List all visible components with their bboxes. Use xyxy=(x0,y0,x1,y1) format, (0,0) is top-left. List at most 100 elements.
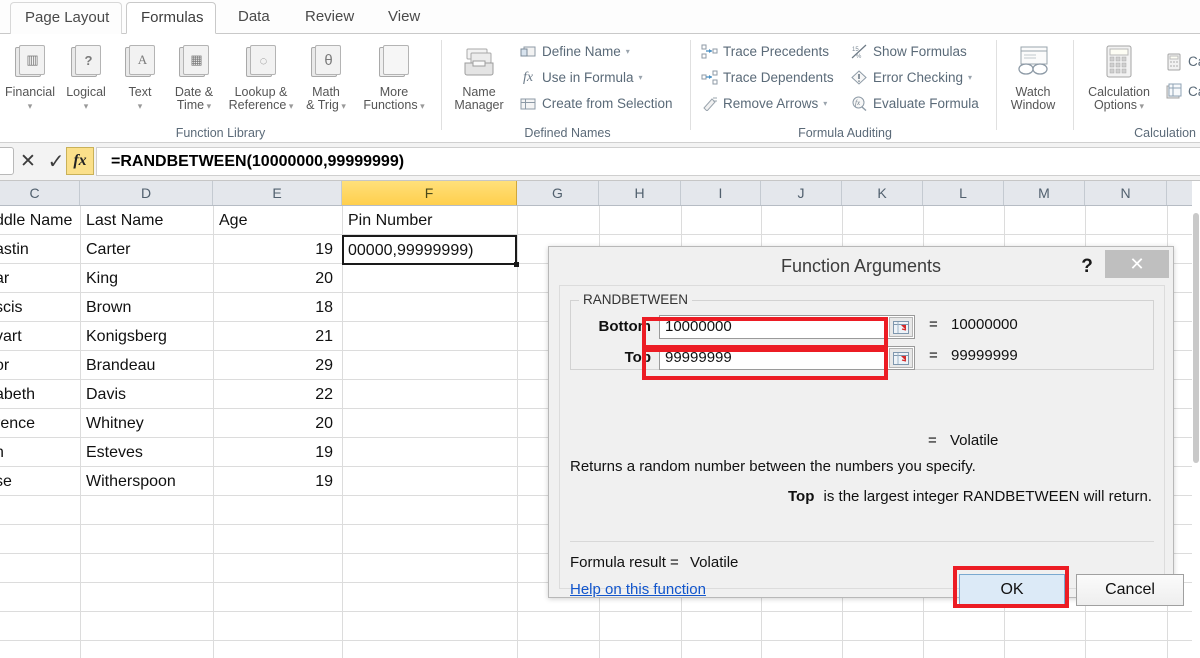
column-header-h[interactable]: H xyxy=(599,181,681,205)
cell-d-6[interactable]: Davis xyxy=(81,380,211,409)
column-header-g[interactable]: G xyxy=(517,181,599,205)
ribbon-tab-strip: Page Layout Formulas Data Review View xyxy=(0,0,1200,34)
create-from-selection-icon xyxy=(519,95,537,113)
cell-e-6[interactable]: 22 xyxy=(214,380,340,409)
cell-d-2[interactable]: King xyxy=(81,264,211,293)
cell-e-3[interactable]: 18 xyxy=(214,293,340,322)
tab-page-layout[interactable]: Page Layout xyxy=(10,2,122,34)
collapse-dialog-icon[interactable] xyxy=(889,348,913,368)
define-name-item[interactable]: Define Name ▾ xyxy=(519,40,630,63)
cell-d-4[interactable]: Konigsberg xyxy=(81,322,211,351)
cell-c-6[interactable]: abeth xyxy=(0,380,78,409)
cell-c-9[interactable]: se xyxy=(0,467,78,496)
trace-precedents-icon xyxy=(700,43,718,61)
enter-check-icon[interactable]: ✓ xyxy=(44,149,68,173)
name-box[interactable] xyxy=(0,147,14,175)
trace-precedents-item[interactable]: Trace Precedents xyxy=(700,40,829,63)
cell-e-8[interactable]: 19 xyxy=(214,438,340,467)
active-cell-f2[interactable]: 00000,99999999) xyxy=(342,235,517,265)
evaluate-formula-item[interactable]: fx Evaluate Formula xyxy=(850,92,979,115)
column-header-k[interactable]: K xyxy=(842,181,923,205)
cell-c-header[interactable]: ddle Name xyxy=(0,206,78,235)
cell-text: Konigsberg xyxy=(86,328,167,345)
insert-function-icon[interactable]: fx xyxy=(66,147,94,175)
tab-review-label: Review xyxy=(305,8,354,25)
lookup-reference-button[interactable]: ◌ Lookup &Reference ▾ xyxy=(222,38,300,113)
help-on-this-function-link[interactable]: Help on this function xyxy=(570,581,706,598)
scrollbar-thumb[interactable] xyxy=(1193,213,1199,463)
cell-d-1[interactable]: Carter xyxy=(81,235,211,264)
cell-e-9[interactable]: 19 xyxy=(214,467,340,496)
help-question-icon[interactable]: ? xyxy=(1075,255,1099,279)
tab-review[interactable]: Review xyxy=(291,2,369,34)
text-button[interactable]: A Text▾ xyxy=(112,38,168,113)
cell-e-5[interactable]: 29 xyxy=(214,351,340,380)
cancel-button[interactable]: Cancel xyxy=(1076,574,1184,606)
collapse-dialog-icon[interactable] xyxy=(889,317,913,337)
cell-e-4[interactable]: 21 xyxy=(214,322,340,351)
cell-e-2[interactable]: 20 xyxy=(214,264,340,293)
cell-e-1[interactable]: 19 xyxy=(214,235,340,264)
cell-d-3[interactable]: Brown xyxy=(81,293,211,322)
more-functions-button[interactable]: MoreFunctions ▾ xyxy=(355,38,433,113)
column-header-c[interactable]: C xyxy=(0,181,80,205)
logical-button[interactable]: ? Logical▾ xyxy=(56,38,116,113)
cell-d-5[interactable]: Brandeau xyxy=(81,351,211,380)
column-header-n[interactable]: N xyxy=(1085,181,1167,205)
column-header-m[interactable]: M xyxy=(1004,181,1085,205)
column-header-f[interactable]: F xyxy=(342,181,517,205)
show-formulas-item[interactable]: 15% Show Formulas xyxy=(850,40,967,63)
financial-button[interactable]: ▥ Financial▾ xyxy=(0,38,60,113)
column-header-e[interactable]: E xyxy=(213,181,342,205)
cell-c-3[interactable]: scis xyxy=(0,293,78,322)
bottom-arg-result: 10000000 xyxy=(951,316,1018,333)
error-checking-item[interactable]: Error Checking ▾ xyxy=(850,66,972,89)
calculate-sheet-item[interactable]: Ca xyxy=(1165,80,1200,103)
name-manager-button[interactable]: NameManager xyxy=(445,38,513,112)
tab-view[interactable]: View xyxy=(374,2,436,34)
calculation-options-label-1: Calculation xyxy=(1088,85,1150,99)
date-time-button[interactable]: ▦ Date &Time ▾ xyxy=(166,38,222,113)
cancel-icon[interactable]: ✕ xyxy=(16,149,40,173)
create-from-selection-item[interactable]: Create from Selection xyxy=(519,92,673,115)
show-formulas-label: Show Formulas xyxy=(873,44,967,59)
calculate-now-item[interactable]: Ca xyxy=(1165,50,1200,73)
column-header-l[interactable]: L xyxy=(923,181,1004,205)
tab-data[interactable]: Data xyxy=(224,2,286,34)
cell-f-header[interactable]: Pin Number xyxy=(343,206,515,235)
math-trig-button[interactable]: θ Math& Trig ▾ xyxy=(298,38,354,113)
formula-input[interactable]: =RANDBETWEEN(10000000,99999999) xyxy=(96,147,1200,176)
vertical-scrollbar[interactable] xyxy=(1192,181,1200,658)
cancel-button-label: Cancel xyxy=(1105,581,1155,599)
cell-e-7[interactable]: 20 xyxy=(214,409,340,438)
col-letter-d: D xyxy=(141,185,151,201)
fill-handle[interactable] xyxy=(514,262,519,267)
cell-c-1[interactable]: astin xyxy=(0,235,78,264)
chevron-down-icon: ▾ xyxy=(84,101,89,111)
cell-d-7[interactable]: Whitney xyxy=(81,409,211,438)
cell-text: Brown xyxy=(86,299,131,316)
cell-c-5[interactable]: or xyxy=(0,351,78,380)
cell-c-2[interactable]: ar xyxy=(0,264,78,293)
column-header-d[interactable]: D xyxy=(80,181,213,205)
trace-dependents-item[interactable]: Trace Dependents xyxy=(700,66,834,89)
cell-c-4[interactable]: vart xyxy=(0,322,78,351)
column-header-j[interactable]: J xyxy=(761,181,842,205)
cell-e-header[interactable]: Age xyxy=(214,206,340,235)
svg-text:fx: fx xyxy=(855,99,861,107)
column-header-i[interactable]: I xyxy=(681,181,761,205)
cell-c-7[interactable]: rence xyxy=(0,409,78,438)
remove-arrows-item[interactable]: Remove Arrows ▾ xyxy=(700,92,827,115)
calculation-options-button[interactable]: CalculationOptions ▾ xyxy=(1081,38,1157,113)
group-label-formula-auditing: Formula Auditing xyxy=(694,126,996,140)
watch-window-button[interactable]: WatchWindow xyxy=(1000,38,1066,112)
cell-d-header[interactable]: Last Name xyxy=(81,206,211,235)
use-in-formula-item[interactable]: fx Use in Formula ▾ xyxy=(519,66,643,89)
dialog-function-name: RANDBETWEEN xyxy=(579,292,692,307)
cell-d-9[interactable]: Witherspoon xyxy=(81,467,211,496)
cell-c-8[interactable]: n xyxy=(0,438,78,467)
cell-d-8[interactable]: Esteves xyxy=(81,438,211,467)
close-icon[interactable]: ✕ xyxy=(1105,250,1169,278)
watch-window-label-1: Watch xyxy=(1016,85,1051,99)
tab-formulas[interactable]: Formulas xyxy=(126,2,216,34)
